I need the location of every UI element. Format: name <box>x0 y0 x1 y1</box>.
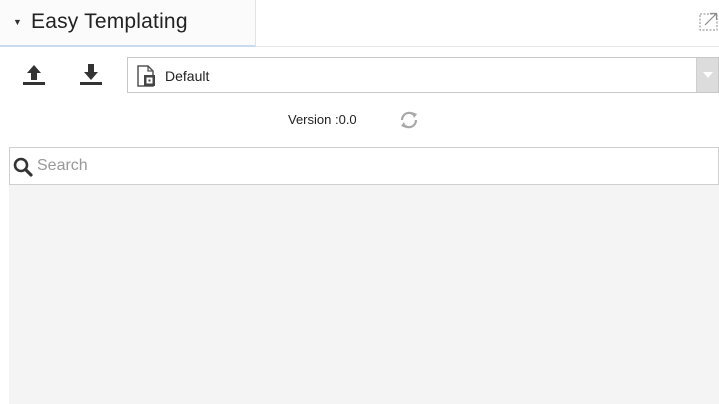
popout-window-icon[interactable] <box>699 10 719 32</box>
toolbar: Default <box>0 54 719 96</box>
refresh-icon[interactable] <box>397 108 421 132</box>
download-icon[interactable] <box>77 60 105 88</box>
select-dropdown-button[interactable] <box>696 58 718 92</box>
search-box <box>9 147 719 185</box>
tabbar-divider <box>256 46 719 47</box>
version-row: Version :0.0 <box>0 107 719 133</box>
panel-header: ▼ Easy Templating <box>0 0 719 47</box>
template-select-value: Default <box>165 68 210 84</box>
chevron-down-icon <box>703 72 713 78</box>
tab-title: Easy Templating <box>31 10 188 33</box>
tab-easy-templating[interactable]: ▼ Easy Templating <box>0 0 256 47</box>
upload-icon[interactable] <box>20 60 48 88</box>
caret-down-icon[interactable]: ▼ <box>13 16 25 28</box>
template-select[interactable]: Default <box>127 57 719 93</box>
template-list-area <box>9 185 719 404</box>
version-label: Version :0.0 <box>288 112 357 127</box>
template-document-icon <box>137 65 155 87</box>
search-icon <box>13 157 33 177</box>
search-input[interactable] <box>37 153 707 179</box>
